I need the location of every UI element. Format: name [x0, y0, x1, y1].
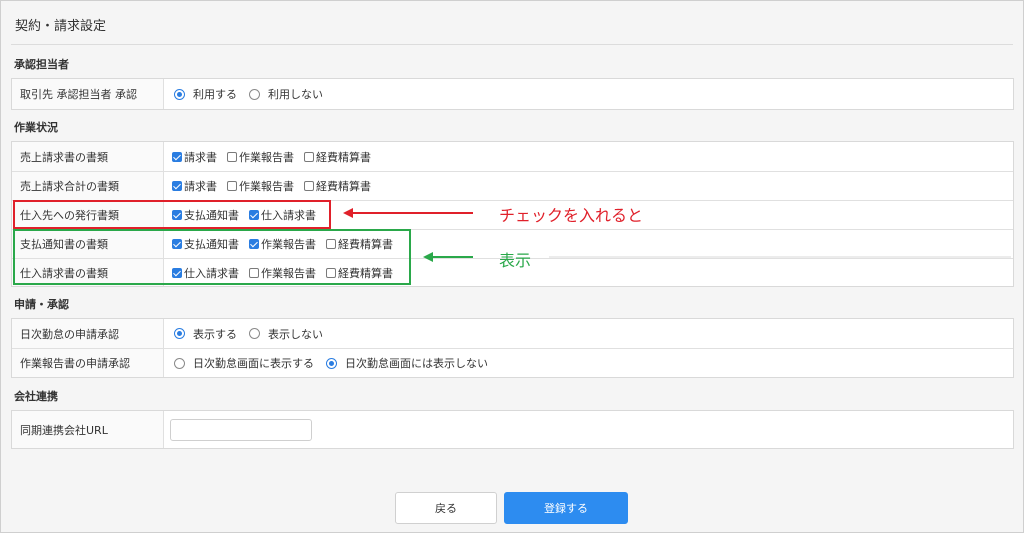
table-row: 作業報告書の申請承認 日次勤怠画面に表示する 日次勤怠画面には表示しない	[12, 348, 1013, 377]
checkbox-payment-notice[interactable]: 支払通知書	[170, 207, 239, 223]
radio-option-hide-daily[interactable]: 日次勤怠画面には表示しない	[322, 355, 488, 371]
checkbox-work-report[interactable]: 作業報告書	[225, 149, 294, 165]
section-title-company-link: 会社連携	[14, 390, 58, 403]
table-row: 売上請求合計の書類 請求書 作業報告書 経費精算書	[12, 171, 1013, 200]
section-title-application: 申請・承認	[14, 298, 69, 311]
table-row: 同期連携会社URL	[12, 411, 1013, 448]
row-label: 仕入請求書の書類	[12, 259, 164, 286]
row-label: 売上請求合計の書類	[12, 172, 164, 200]
radio-icon[interactable]	[249, 88, 260, 100]
radio-icon[interactable]	[174, 357, 185, 369]
radio-option-use[interactable]: 利用する	[170, 86, 237, 102]
checkbox-icon[interactable]	[304, 181, 314, 191]
checkbox-expense[interactable]: 経費精算書	[302, 149, 371, 165]
checkbox-expense[interactable]: 経費精算書	[302, 178, 371, 194]
checkbox-icon[interactable]	[227, 181, 237, 191]
checkbox-checked-icon[interactable]	[172, 181, 182, 191]
page-title: 契約・請求設定	[15, 19, 107, 34]
checkbox-checked-icon[interactable]	[172, 151, 182, 162]
checkbox-work-report[interactable]: 作業報告書	[247, 236, 316, 252]
checkbox-checked-icon[interactable]	[172, 210, 182, 220]
checkbox-icon[interactable]	[326, 267, 336, 278]
radio-icon[interactable]	[249, 328, 260, 339]
checkbox-payment-notice[interactable]: 支払通知書	[170, 236, 239, 252]
table-row: 売上請求書の書類 請求書 作業報告書 経費精算書	[12, 142, 1013, 171]
radio-option-show-daily[interactable]: 日次勤怠画面に表示する	[170, 355, 314, 371]
sync-company-url-input[interactable]	[170, 418, 312, 441]
checkbox-icon[interactable]	[227, 151, 237, 162]
checkbox-checked-icon[interactable]	[172, 239, 182, 249]
checkbox-icon[interactable]	[326, 239, 336, 249]
radio-selected-icon[interactable]	[326, 357, 337, 369]
checkbox-invoice[interactable]: 請求書	[170, 178, 217, 194]
checkbox-expense[interactable]: 経費精算書	[324, 265, 393, 281]
save-button[interactable]: 登録する	[504, 492, 628, 524]
back-button[interactable]: 戻る	[395, 492, 497, 524]
settings-window: 契約・請求設定 承認担当者 取引先 承認担当者 承認 利用する 利用しない 作業…	[0, 0, 1024, 533]
checkbox-icon[interactable]	[304, 151, 314, 162]
checkbox-checked-icon[interactable]	[249, 239, 259, 249]
radio-option-hide[interactable]: 表示しない	[245, 326, 323, 342]
row-label: 作業報告書の申請承認	[12, 349, 164, 377]
checkbox-work-report[interactable]: 作業報告書	[225, 178, 294, 194]
checkbox-expense[interactable]: 経費精算書	[324, 236, 393, 252]
checkbox-invoice[interactable]: 請求書	[170, 149, 217, 165]
annotation-display-note: 表示	[499, 251, 532, 270]
row-label: 取引先 承認担当者 承認	[12, 79, 164, 109]
row-label: 売上請求書の書類	[12, 142, 164, 171]
row-label: 支払通知書の書類	[12, 230, 164, 258]
table-row: 日次勤怠の申請承認 表示する 表示しない	[12, 319, 1013, 348]
radio-group: 利用する 利用しない	[164, 79, 1013, 109]
table-row: 取引先 承認担当者 承認 利用する 利用しない	[12, 79, 1013, 109]
section-title-approver: 承認担当者	[14, 58, 69, 71]
checkbox-checked-icon[interactable]	[172, 267, 182, 278]
application-table: 日次勤怠の申請承認 表示する 表示しない 作業報告書の申請承認 日次勤怠画面に表…	[11, 318, 1014, 378]
annotation-check-note: チェックを入れると	[499, 206, 644, 225]
radio-option-show[interactable]: 表示する	[170, 326, 237, 342]
checkbox-purchase-invoice[interactable]: 仕入請求書	[170, 265, 239, 281]
checkbox-icon[interactable]	[249, 267, 259, 278]
divider	[11, 44, 1013, 45]
approver-table: 取引先 承認担当者 承認 利用する 利用しない	[11, 78, 1014, 110]
company-link-table: 同期連携会社URL	[11, 410, 1014, 449]
row-label: 同期連携会社URL	[12, 411, 164, 448]
radio-selected-icon[interactable]	[174, 328, 185, 339]
radio-selected-icon[interactable]	[174, 88, 185, 100]
row-label: 日次勤怠の申請承認	[12, 319, 164, 348]
radio-option-not-use[interactable]: 利用しない	[245, 86, 323, 102]
section-title-work-status: 作業状況	[14, 121, 58, 134]
checkbox-work-report[interactable]: 作業報告書	[247, 265, 316, 281]
checkbox-checked-icon[interactable]	[249, 210, 259, 220]
row-label: 仕入先への発行書類	[12, 201, 164, 229]
checkbox-purchase-invoice[interactable]: 仕入請求書	[247, 207, 316, 223]
